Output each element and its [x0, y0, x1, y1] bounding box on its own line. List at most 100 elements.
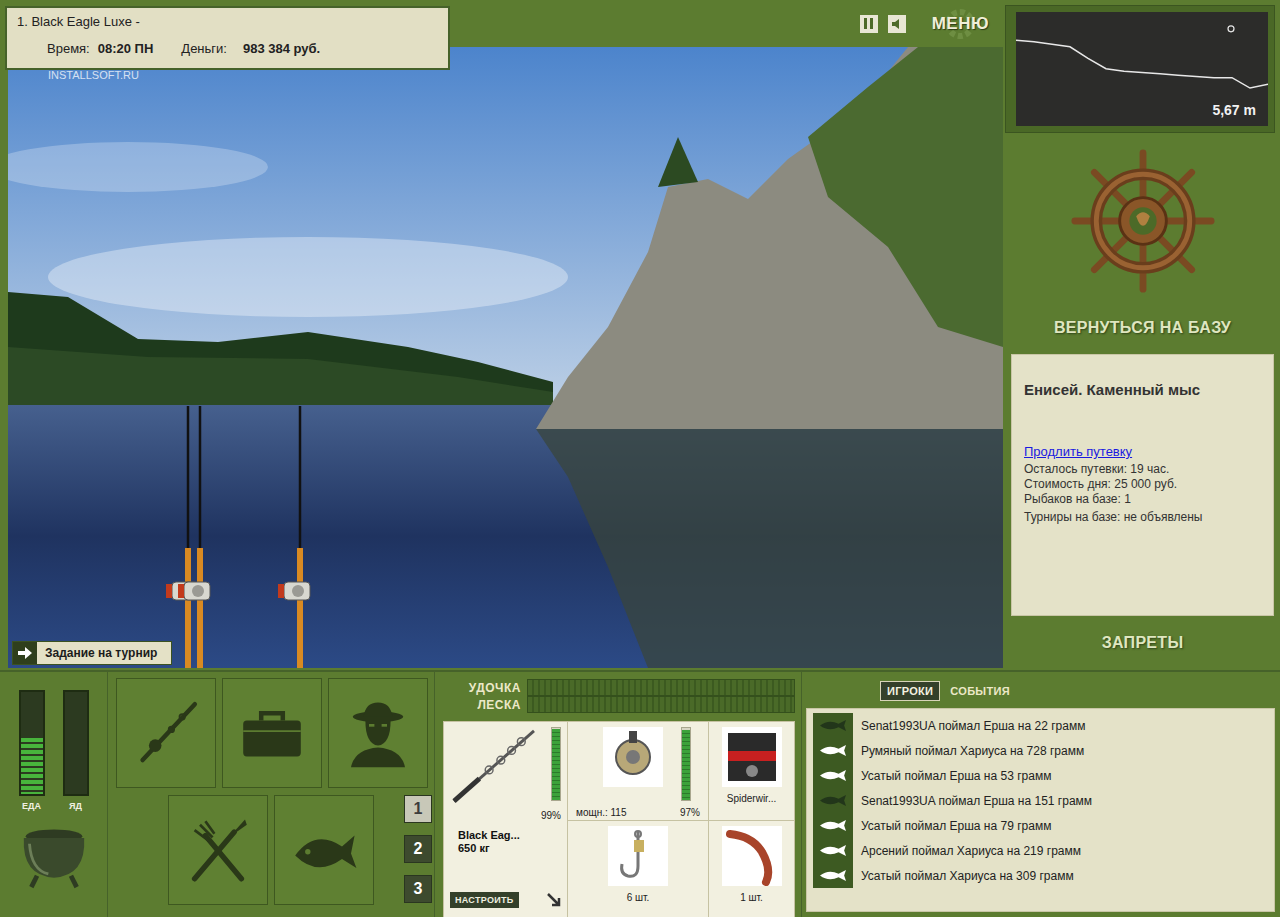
- knife-fork-icon: [182, 814, 254, 886]
- action-buttons: 1 2 3: [108, 672, 434, 917]
- rod-slot-button[interactable]: 3: [404, 875, 432, 903]
- reel-condition-fill: [682, 730, 690, 800]
- tension-track: [527, 696, 795, 713]
- menu-button[interactable]: МЕНЮ: [930, 14, 991, 34]
- feed-tab[interactable]: ИГРОКИ: [880, 681, 940, 701]
- feed-tab[interactable]: СОБЫТИЯ: [944, 682, 1016, 700]
- feed-icon-cell: [813, 813, 853, 838]
- reel-condition: 97%: [680, 807, 700, 818]
- fish-icon: [819, 719, 847, 732]
- eat-button[interactable]: [168, 795, 268, 905]
- action-row: 1 2 3: [168, 795, 434, 905]
- feed-list: Senat1993UA поймал Ерша на 22 грамм Румян…: [806, 708, 1275, 912]
- pause-bar: [870, 18, 873, 29]
- rod-icon[interactable]: [178, 406, 210, 668]
- tournament-task-label: Задание на турнир: [37, 642, 171, 664]
- feed-icon-cell: [813, 713, 853, 738]
- rod-card[interactable]: 99%Black Eag...650 кгНАСТРОИТЬ: [444, 722, 567, 917]
- float-marker-icon: [1228, 26, 1234, 32]
- session-row: Время:08:20 ПНДеньги:983 384 руб.: [47, 41, 438, 56]
- status-column: ЕДАЯД: [0, 672, 108, 917]
- rod-slot-button[interactable]: 1: [404, 795, 432, 823]
- feed-item: Senat1993UA поймал Ерша на 22 грамм: [813, 713, 1274, 738]
- feed-text: Румяный поймал Хариуса на 728 грамм: [853, 744, 1084, 758]
- money-value: 983 384 руб.: [243, 41, 320, 56]
- rod-slot-button[interactable]: 2: [404, 835, 432, 863]
- feed-text: Усатый поймал Ерша на 53 грамм: [853, 769, 1051, 783]
- rod-actions: НАСТРОИТЬ: [450, 892, 561, 914]
- fish-icon: [819, 769, 847, 782]
- depth-reading: 5,67 m: [1212, 102, 1256, 118]
- bait-count: 1 шт.: [740, 892, 763, 903]
- depth-line: [1016, 40, 1268, 88]
- reel-card[interactable]: мощн.: 115 97%: [568, 722, 708, 820]
- action-row: [116, 678, 434, 788]
- time-label: Время:: [47, 41, 90, 56]
- arrow-right-icon: [18, 647, 32, 659]
- scene-photo: [8, 47, 1003, 668]
- fisherman-icon: [342, 697, 414, 769]
- gauge-fill: [21, 738, 43, 794]
- bait-card[interactable]: 1 шт.: [709, 821, 794, 917]
- feed-icon-cell: [813, 763, 853, 788]
- ship-wheel-icon[interactable]: [1070, 148, 1216, 294]
- catch-button[interactable]: [274, 795, 374, 905]
- tension-label: УДОЧКА: [443, 681, 527, 695]
- main-column: МЕНЮ INSTALLSOFT.RU Задание на турнир 1. Bl…: [0, 0, 1005, 670]
- location-line: Стоимость дня: 25 000 руб.: [1024, 477, 1263, 492]
- location-line: Турниры на базе: не объявлены: [1024, 510, 1263, 525]
- feed-text: Усатый поймал Хариуса на 309 грамм: [853, 869, 1074, 883]
- feed-icon-cell: [813, 788, 853, 813]
- location-line: Рыбаков на базе: 1: [1024, 492, 1263, 507]
- feed-item: Усатый поймал Хариуса на 309 грамм: [813, 863, 1274, 888]
- base-wheel[interactable]: [1005, 133, 1280, 308]
- feed-item: Румяный поймал Хариуса на 728 грамм: [813, 738, 1274, 763]
- feed-icon-cell: [813, 838, 853, 863]
- fishing-rod-icon: [130, 697, 202, 769]
- fish-icon: [819, 819, 847, 832]
- line-card[interactable]: Spiderwir...: [709, 722, 794, 820]
- expand-arrow-icon[interactable]: [547, 893, 561, 907]
- tension-row: УДОЧКА: [443, 679, 795, 696]
- session-info: 1. Black Eagle Luxe -Время:08:20 ПНДеньг…: [5, 6, 450, 70]
- hook-card[interactable]: 6 шт.: [568, 821, 708, 917]
- reel-condition-bar: [681, 727, 691, 801]
- bans-button[interactable]: ЗАПРЕТЫ: [1005, 616, 1280, 670]
- tackle-box-icon: [236, 697, 308, 769]
- rod-icon[interactable]: [278, 406, 310, 668]
- hook-count: 6 шт.: [627, 892, 650, 903]
- fisherman-button[interactable]: [328, 678, 428, 788]
- tackle-box-button[interactable]: [222, 678, 322, 788]
- fishing-scene[interactable]: INSTALLSOFT.RU Задание на турнир: [8, 47, 1003, 668]
- game-screen: МЕНЮ INSTALLSOFT.RU Задание на турнир 1. Bl…: [0, 0, 1280, 917]
- rods-in-water[interactable]: [158, 398, 328, 668]
- gauge-track: [19, 690, 45, 796]
- cooking-pot-icon[interactable]: [16, 823, 92, 889]
- events-panel: ИГРОКИСОБЫТИЯ Senat1993UA поймал Ерша на …: [802, 672, 1280, 917]
- feed-item: Усатый поймал Ерша на 53 грамм: [813, 763, 1274, 788]
- extend-permit-link[interactable]: Продлить путевку: [1024, 444, 1263, 459]
- rod-slots: 1 2 3: [404, 795, 432, 905]
- fish-icon: [819, 869, 847, 882]
- feed-text: Senat1993UA поймал Ерша на 151 грамм: [853, 794, 1092, 808]
- feed-item: Арсений поймал Хариуса на 219 грамм: [813, 838, 1274, 863]
- fish-icon: [288, 814, 360, 886]
- sound-icon[interactable]: [888, 15, 906, 33]
- tournament-task-button[interactable]: Задание на турнир: [12, 641, 172, 665]
- setup-button[interactable]: НАСТРОИТЬ: [450, 892, 519, 908]
- rod-condition-bar: [551, 727, 561, 801]
- pause-icon[interactable]: [860, 15, 878, 33]
- hook-icon: [608, 826, 668, 886]
- rod-strength: 650 кг: [458, 842, 561, 855]
- location-line: Осталось путевки: 19 час.: [1024, 462, 1263, 477]
- tension-row: ЛЕСКА: [443, 696, 795, 713]
- reel-power: мощн.: 115: [576, 807, 626, 818]
- gauge-label: ЯД: [69, 801, 82, 811]
- rod-icon[interactable]: [166, 406, 198, 668]
- watermark: INSTALLSOFT.RU: [48, 69, 139, 81]
- rod-button[interactable]: [116, 678, 216, 788]
- tackle-panel: УДОЧКАЛЕСКА99%Black Eag...650 кгНАСТРОИТ…: [434, 672, 802, 917]
- return-to-base-button[interactable]: ВЕРНУТЬСЯ НА БАЗУ: [1005, 308, 1280, 348]
- side-panel: 5,67 m ВЕРНУТЬСЯ НА БАЗУ Енисей. Каменный …: [1005, 0, 1280, 670]
- location-name: Енисей. Каменный мыс: [1024, 381, 1263, 398]
